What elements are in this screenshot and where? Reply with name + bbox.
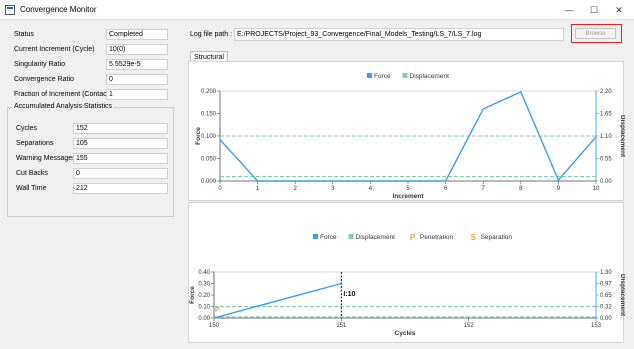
y-axis-title-left: Force	[189, 286, 196, 304]
x-axis-title: Cycles	[395, 330, 416, 337]
legend-label-penetration: Penetration	[420, 234, 454, 241]
warning-messages-value: 155	[73, 153, 168, 164]
cycles-label: Cycles	[16, 125, 38, 132]
cycles-chart: Force Displacement P Penetration S Separation…	[189, 233, 626, 337]
y-tick-label-left: 0.00	[198, 316, 210, 322]
y-tick-label-right: 1.10	[600, 134, 612, 140]
y-tick-label-right: 2.20	[600, 89, 612, 95]
cycles-chart-panel: Force Displacement P Penetration S Separation…	[188, 202, 626, 343]
singularity-ratio-value: 5.5529e-5	[106, 59, 168, 70]
legend-swatch-force	[313, 234, 318, 239]
current-increment-label: Current Increment (Cycle)	[14, 46, 95, 53]
y-tick-label-right: 0.65	[600, 293, 612, 299]
log-path-field[interactable]: E:/PROJECTS/Project_93_Convergence/Final…	[234, 28, 564, 41]
cut-backs-label: Cut Backs	[16, 170, 48, 177]
x-tick-label: 5	[406, 186, 410, 192]
x-tick-label: 1	[256, 186, 260, 192]
x-tick-label: 4	[369, 186, 373, 192]
log-path-label: Log file path :	[190, 31, 233, 38]
x-tick-label: 6	[444, 186, 448, 192]
wall-time-value: 212	[73, 183, 168, 194]
y-tick-label-right: 0.00	[600, 179, 612, 185]
warning-messages-label: Warning Messages	[16, 155, 76, 162]
minimize-button[interactable]: —	[560, 3, 578, 17]
x-tick-label: 7	[482, 186, 486, 192]
x-tick-label: 150	[209, 323, 220, 329]
increment-chart-panel: Force Displacement 0.200 0.150 0.100 0.050 0.0…	[188, 61, 626, 201]
y-tick-label-left: 0.10	[198, 305, 210, 311]
y-tick-label-left: 0.20	[198, 293, 210, 299]
x-tick-label: 3	[331, 186, 335, 192]
y-tick-label-right: 0.97	[600, 282, 612, 288]
cut-backs-value: 0	[73, 168, 168, 179]
accumulated-stats-title: Accumulated Analysis Statistics	[12, 103, 115, 110]
y-tick-label-right: 1.30	[600, 270, 612, 276]
cycles-value: 152	[73, 123, 168, 134]
legend-label-force: Force	[320, 234, 337, 241]
status-label: Status	[14, 31, 34, 38]
y-tick-label-right: 0.55	[600, 157, 612, 163]
separations-value: 105	[73, 138, 168, 149]
legend-swatch-displacement	[402, 73, 408, 78]
increment-marker-label: I:10	[343, 291, 355, 298]
x-tick-label: 8	[519, 186, 523, 192]
x-tick-label: 152	[464, 323, 475, 329]
penetration-marker: P	[215, 307, 220, 314]
legend-swatch-displacement	[348, 234, 354, 239]
increment-chart: Force Displacement 0.200 0.150 0.100 0.050 0.0…	[195, 73, 626, 200]
convergence-ratio-label: Convergence Ratio	[14, 76, 74, 83]
y-tick-label-left: 0.30	[198, 282, 210, 288]
y-tick-label-left: 0.000	[201, 179, 217, 185]
y-axis-title-left: Force	[195, 127, 202, 145]
y-tick-label-right: 1.65	[600, 112, 612, 118]
legend-label-displacement: Displacement	[356, 234, 396, 241]
y-tick-label-right: 0.00	[600, 316, 612, 322]
browse-button[interactable]: Browse	[575, 28, 616, 39]
status-panel: Status Completed Current Increment (Cycl…	[0, 22, 180, 349]
browse-highlight: Browse	[571, 24, 622, 43]
x-axis-title: Increment	[392, 193, 424, 200]
y-tick-label-left: 0.200	[201, 89, 217, 95]
maximize-button[interactable]: ☐	[585, 3, 603, 17]
x-tick-label: 0	[218, 186, 222, 192]
y-axis-title-right: Displacement	[619, 274, 625, 317]
status-value: Completed	[106, 29, 168, 40]
legend-label-force: Force	[374, 73, 391, 80]
app-icon	[5, 5, 15, 15]
legend-label-separation: Separation	[481, 234, 513, 241]
singularity-ratio-label: Singularity Ratio	[14, 61, 65, 68]
legend-symbol-penetration: P	[410, 233, 416, 242]
legend-label-displacement: Displacement	[410, 73, 450, 80]
window-title: Convergence Monitor	[20, 5, 97, 14]
y-tick-label-left: 0.050	[201, 157, 217, 163]
current-increment-value: 10(0)	[106, 44, 168, 55]
y-tick-label-left: 0.100	[201, 134, 217, 140]
y-tick-label-left: 0.150	[201, 112, 217, 118]
x-tick-label: 10	[593, 186, 600, 192]
series-line-force	[213, 282, 342, 319]
y-tick-label-right: 0.32	[600, 305, 612, 311]
x-tick-label: 151	[336, 323, 347, 329]
fraction-increment-label: Fraction of Increment (Contact)	[14, 91, 111, 98]
close-button[interactable]: ✕	[610, 3, 628, 17]
y-axis-title-right: Displacement	[619, 115, 625, 158]
plot-frame	[213, 271, 597, 319]
separations-label: Separations	[16, 140, 54, 147]
x-tick-label: 2	[294, 186, 298, 192]
wall-time-label: Wall Time	[16, 185, 47, 192]
convergence-ratio-value: 0	[106, 74, 168, 85]
legend-symbol-separation: S	[471, 233, 477, 242]
y-tick-label-left: 0.40	[198, 270, 210, 276]
accumulated-stats-group: Accumulated Analysis Statistics Cycles 1…	[7, 103, 174, 217]
x-tick-label: 153	[591, 323, 602, 329]
x-tick-label: 9	[557, 186, 561, 192]
fraction-increment-value: 1	[106, 89, 168, 100]
title-bar: Convergence Monitor — ☐ ✕	[0, 0, 634, 20]
legend-swatch-force	[367, 73, 372, 78]
